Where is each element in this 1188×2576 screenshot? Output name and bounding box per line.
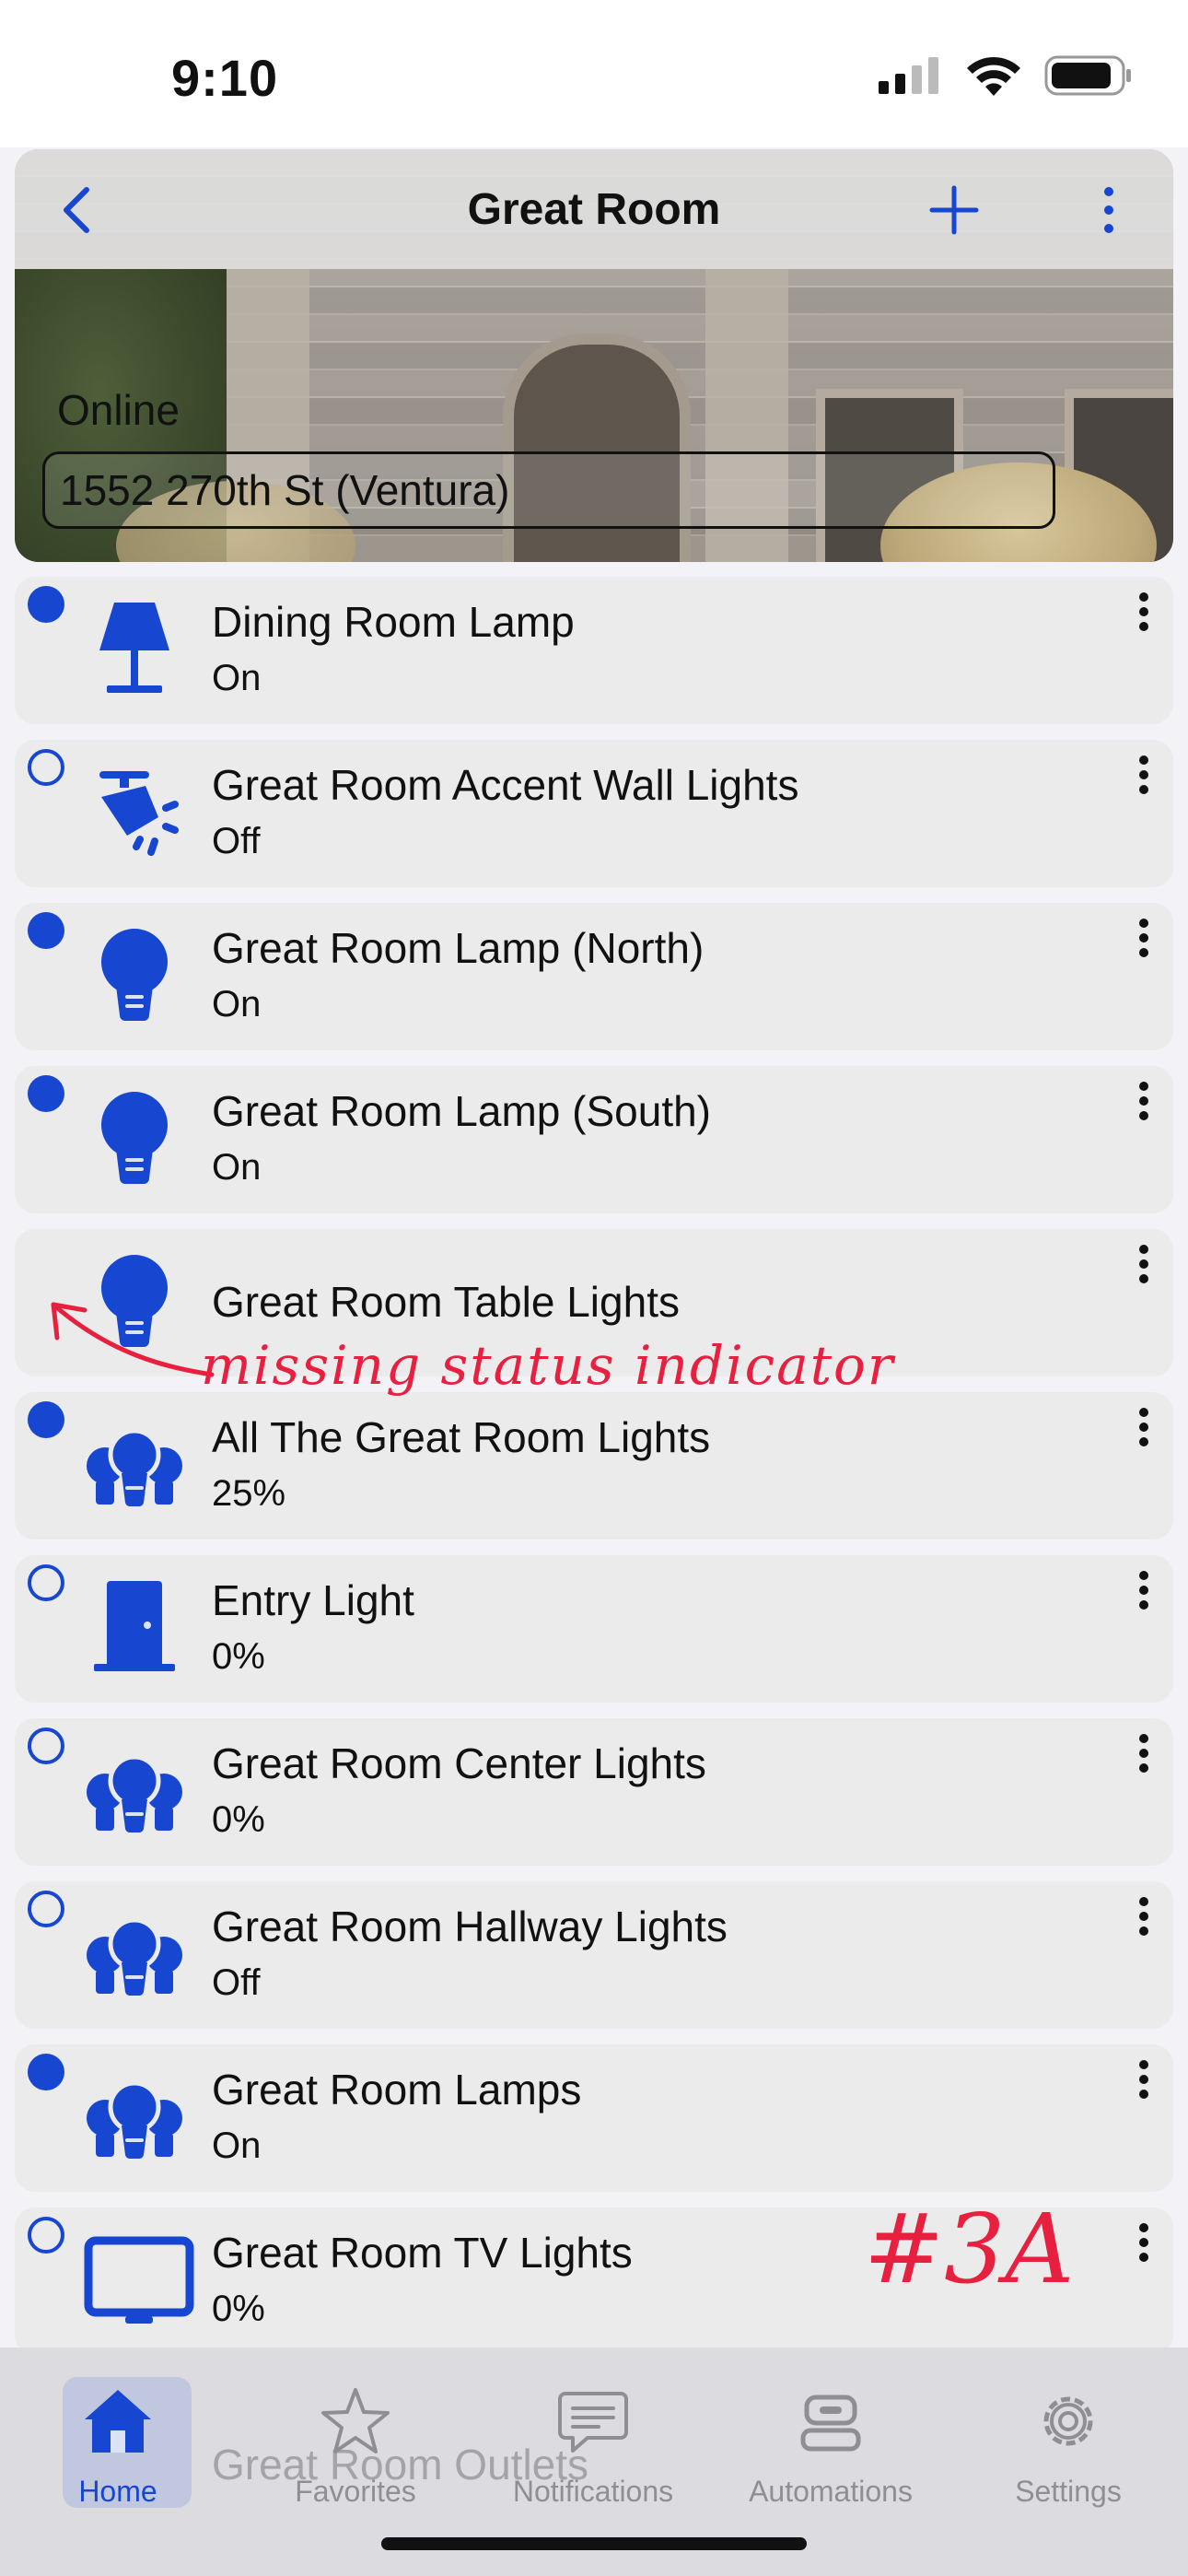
tab-home[interactable]: Home <box>17 2366 219 2508</box>
more-options-icon[interactable] <box>1133 749 1155 804</box>
tab-label: Automations <box>749 2475 913 2508</box>
device-name: Great Room Hallway Lights <box>212 1903 728 1950</box>
status-indicator[interactable] <box>28 1564 64 1601</box>
device-status: On <box>212 1147 262 1188</box>
tab-label: Settings <box>1015 2475 1122 2508</box>
wifi-icon <box>967 56 1020 96</box>
status-indicator[interactable] <box>28 1401 64 1438</box>
status-indicator[interactable] <box>28 749 64 786</box>
device-name: Great Room Lamp (North) <box>212 924 705 972</box>
status-indicator[interactable] <box>28 1727 64 1764</box>
light-group-icon <box>87 1428 182 1507</box>
more-options-icon[interactable] <box>1133 912 1155 967</box>
device-status: 0% <box>212 1799 265 1840</box>
house-icon <box>85 2390 151 2453</box>
door-icon <box>94 1581 175 1671</box>
device-row[interactable]: Great Room Hallway Lights Off <box>15 1881 1173 2029</box>
device-row[interactable]: Great Room Lamps On <box>15 2044 1173 2192</box>
more-options-icon[interactable] <box>1133 1075 1155 1130</box>
tab-automations[interactable]: Automations <box>729 2366 932 2508</box>
device-name: Entry Light <box>212 1576 414 1624</box>
star-icon <box>321 2388 390 2453</box>
add-icon[interactable] <box>926 182 982 238</box>
spotlight-icon <box>99 771 179 856</box>
light-group-icon <box>87 1917 182 1996</box>
tab-notifications[interactable]: Notifications <box>492 2366 694 2508</box>
device-status: Off <box>212 1962 261 2003</box>
status-icons <box>879 55 1133 96</box>
gear-icon <box>1043 2396 1093 2446</box>
robot-icon <box>800 2395 861 2452</box>
device-status: On <box>212 2125 262 2166</box>
device-row[interactable]: Great Room Lamp (North) On <box>15 903 1173 1050</box>
room-header: Great Room Online 1552 270th St (Ventura… <box>15 149 1173 562</box>
device-name: Great Room Lamps <box>212 2066 582 2113</box>
device-status: 25% <box>212 1473 286 1514</box>
device-status: 0% <box>212 1636 265 1677</box>
device-name: Great Room Accent Wall Lights <box>212 761 799 809</box>
more-options-icon[interactable] <box>1133 1727 1155 1783</box>
more-options-icon[interactable] <box>1133 1891 1155 1946</box>
device-name: Great Room Lamp (South) <box>212 1087 712 1135</box>
more-options-icon[interactable] <box>1133 586 1155 641</box>
device-status: 0% <box>212 2289 265 2329</box>
device-name: Dining Room Lamp <box>212 598 575 646</box>
page-title: Great Room <box>467 185 721 234</box>
navigation-bar: Great Room <box>15 149 1173 269</box>
status-bar: 9:10 <box>0 0 1188 147</box>
device-status: On <box>212 984 262 1025</box>
annotation-arrow <box>51 1302 215 1377</box>
status-indicator[interactable] <box>28 586 64 623</box>
annotation-tag: #3A <box>864 2193 1075 2305</box>
more-options-icon[interactable] <box>1133 1401 1155 1457</box>
light-group-icon <box>87 2080 182 2160</box>
more-options-icon[interactable] <box>1133 1238 1155 1294</box>
device-name: Great Room Center Lights <box>212 1739 706 1787</box>
device-name: Great Room Table Lights <box>212 1278 680 1326</box>
status-indicator[interactable] <box>28 2054 64 2090</box>
more-options-icon[interactable] <box>1133 1564 1155 1620</box>
device-row[interactable]: Great Room Accent Wall Lights Off <box>15 740 1173 887</box>
status-indicator[interactable] <box>28 912 64 949</box>
lightbulb-icon <box>101 1092 168 1184</box>
status-indicator[interactable] <box>28 1891 64 1927</box>
status-indicator[interactable] <box>28 2217 64 2254</box>
tab-label: Favorites <box>295 2475 416 2508</box>
cellular-signal-icon <box>879 57 938 94</box>
tab-settings[interactable]: Settings <box>967 2366 1170 2508</box>
status-time: 9:10 <box>171 49 279 107</box>
device-status: Off <box>212 821 261 861</box>
more-options-icon[interactable] <box>1133 2054 1155 2109</box>
tab-label: Home <box>78 2475 157 2508</box>
table-lamp-icon <box>99 603 169 693</box>
tab-favorites[interactable]: Favorites <box>254 2366 457 2508</box>
more-options-icon[interactable] <box>1133 2217 1155 2272</box>
device-row[interactable]: Great Room Center Lights 0% <box>15 1718 1173 1866</box>
device-row[interactable]: Great Room Lamp (South) On <box>15 1066 1173 1213</box>
home-indicator <box>381 2537 807 2550</box>
battery-icon <box>1044 55 1131 96</box>
tab-label: Notifications <box>512 2475 674 2508</box>
status-indicator[interactable] <box>28 1075 64 1112</box>
lightbulb-icon <box>101 929 168 1021</box>
connection-status: Online <box>57 386 180 434</box>
device-row[interactable]: All The Great Room Lights 25% <box>15 1392 1173 1540</box>
home-selector[interactable]: 1552 270th St (Ventura) <box>42 451 1055 529</box>
light-group-icon <box>87 1754 182 1833</box>
device-name: Great Room TV Lights <box>212 2229 633 2277</box>
device-row[interactable]: Dining Room Lamp On <box>15 577 1173 724</box>
device-name: All The Great Room Lights <box>212 1413 711 1461</box>
device-row[interactable]: Entry Light 0% <box>15 1555 1173 1703</box>
tv-icon <box>84 2236 194 2324</box>
message-icon <box>558 2392 628 2453</box>
more-options-icon[interactable] <box>1090 182 1127 238</box>
annotation-note: missing status indicator <box>201 1334 895 1397</box>
device-status: On <box>212 658 262 698</box>
